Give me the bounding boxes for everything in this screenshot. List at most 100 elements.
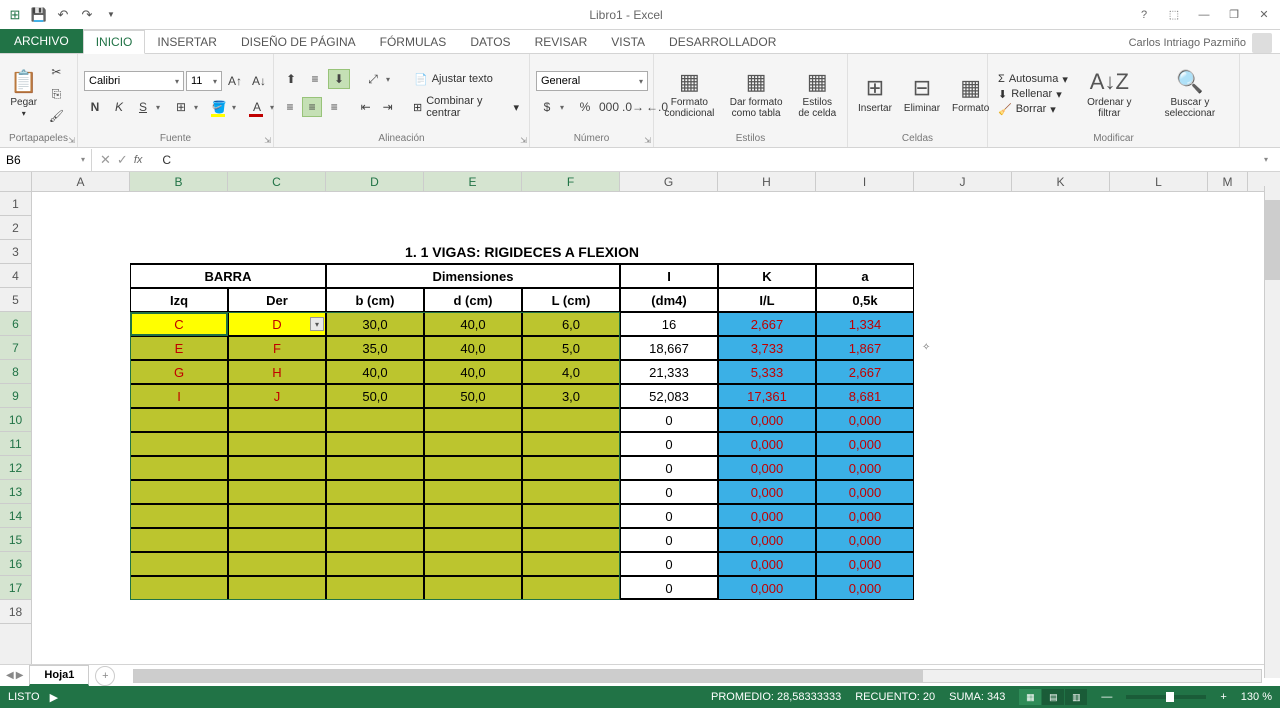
col-header-D[interactable]: D <box>326 172 424 191</box>
macro-record-icon[interactable]: ▶ <box>50 691 58 704</box>
fill-button[interactable]: ⬇ Rellenar ▾ <box>994 88 1072 101</box>
clipboard-launcher-icon[interactable]: ⇲ <box>68 136 75 145</box>
user-name[interactable]: Carlos Intriago Pazmiño <box>1129 33 1280 53</box>
cell-a-4[interactable]: 0,000 <box>816 408 914 432</box>
copy-icon[interactable]: ⎘ <box>45 84 67 104</box>
col-header-A[interactable]: A <box>32 172 130 191</box>
col-header-J[interactable]: J <box>914 172 1012 191</box>
cell-der-7[interactable] <box>228 480 326 504</box>
border-button[interactable]: ⊞ <box>170 97 192 117</box>
fx-icon[interactable]: fx <box>134 154 149 166</box>
cell-k-5[interactable]: 0,000 <box>718 432 816 456</box>
ribbon-options-icon[interactable]: ⬚ <box>1160 4 1188 26</box>
minimize-icon[interactable]: — <box>1190 4 1218 26</box>
horizontal-scrollbar[interactable] <box>133 669 1262 683</box>
tab-formulas[interactable]: FÓRMULAS <box>368 31 459 53</box>
row-header-7[interactable]: 7 <box>0 336 31 360</box>
font-name-select[interactable]: Calibri▾ <box>84 71 184 91</box>
zoom-slider[interactable] <box>1126 695 1206 699</box>
row-header-14[interactable]: 14 <box>0 504 31 528</box>
th2-4[interactable]: L (cm) <box>522 288 620 312</box>
cell-l-1[interactable]: 5,0 <box>522 336 620 360</box>
find-select-button[interactable]: 🔍Buscar y seleccionar <box>1147 67 1233 121</box>
cell-l-7[interactable] <box>522 480 620 504</box>
tab-insertar[interactable]: INSERTAR <box>145 31 229 53</box>
sort-filter-button[interactable]: A↓ZOrdenar y filtrar <box>1076 67 1143 121</box>
col-header-L[interactable]: L <box>1110 172 1208 191</box>
cell-b-10[interactable] <box>326 552 424 576</box>
cell-d-7[interactable] <box>424 480 522 504</box>
cell-l-8[interactable] <box>522 504 620 528</box>
align-launcher-icon[interactable]: ⇲ <box>520 136 527 145</box>
row-header-8[interactable]: 8 <box>0 360 31 384</box>
bold-button[interactable]: N <box>84 97 106 117</box>
cell-d-5[interactable] <box>424 432 522 456</box>
vertical-scrollbar[interactable] <box>1264 186 1280 678</box>
row-header-18[interactable]: 18 <box>0 600 31 624</box>
cell-l-11[interactable] <box>522 576 620 600</box>
cell-k-11[interactable]: 0,000 <box>718 576 816 600</box>
zoom-in-icon[interactable]: + <box>1220 691 1226 703</box>
row-header-16[interactable]: 16 <box>0 552 31 576</box>
cell-izq-2[interactable]: G <box>130 360 228 384</box>
tab-revisar[interactable]: REVISAR <box>523 31 600 53</box>
cell-d-2[interactable]: 40,0 <box>424 360 522 384</box>
cell-i-9[interactable]: 0 <box>620 528 718 552</box>
cell-b-11[interactable] <box>326 576 424 600</box>
cell-izq-10[interactable] <box>130 552 228 576</box>
cell-k-4[interactable]: 0,000 <box>718 408 816 432</box>
cell-a-8[interactable]: 0,000 <box>816 504 914 528</box>
formula-bar[interactable]: C▾ <box>156 153 1280 167</box>
col-header-B[interactable]: B <box>130 172 228 191</box>
sheet-nav-next-icon[interactable]: ▶ <box>16 670 24 681</box>
cell-der-3[interactable]: J <box>228 384 326 408</box>
number-launcher-icon[interactable]: ⇲ <box>644 136 651 145</box>
cell-k-3[interactable]: 17,361 <box>718 384 816 408</box>
cell-i-5[interactable]: 0 <box>620 432 718 456</box>
cell-l-3[interactable]: 3,0 <box>522 384 620 408</box>
cell-a-6[interactable]: 0,000 <box>816 456 914 480</box>
row-header-3[interactable]: 3 <box>0 240 31 264</box>
align-bottom-icon[interactable]: ⬇ <box>328 69 350 89</box>
cell-b-8[interactable] <box>326 504 424 528</box>
cell-der-11[interactable] <box>228 576 326 600</box>
cell-k-10[interactable]: 0,000 <box>718 552 816 576</box>
cell-i-11[interactable]: 0 <box>620 576 718 600</box>
col-header-C[interactable]: C <box>228 172 326 191</box>
th-dimensiones[interactable]: Dimensiones <box>326 264 620 288</box>
underline-button[interactable]: S <box>132 97 154 117</box>
cell-d-3[interactable]: 50,0 <box>424 384 522 408</box>
thousands-icon[interactable]: 000 <box>598 97 620 117</box>
cell-der-5[interactable] <box>228 432 326 456</box>
view-normal-icon[interactable]: ▦ <box>1019 689 1041 705</box>
row-header-13[interactable]: 13 <box>0 480 31 504</box>
cell-l-9[interactable] <box>522 528 620 552</box>
maximize-icon[interactable]: ❐ <box>1220 4 1248 26</box>
th2-6[interactable]: I/L <box>718 288 816 312</box>
cell-i-2[interactable]: 21,333 <box>620 360 718 384</box>
cell-k-1[interactable]: 3,733 <box>718 336 816 360</box>
cell-izq-7[interactable] <box>130 480 228 504</box>
cell-l-10[interactable] <box>522 552 620 576</box>
cancel-formula-icon[interactable]: ✕ <box>100 152 111 168</box>
row-header-6[interactable]: 6 <box>0 312 31 336</box>
th-a[interactable]: a <box>816 264 914 288</box>
align-middle-icon[interactable]: ≡ <box>304 69 326 89</box>
sheet-tab-hoja1[interactable]: Hoja1 <box>29 665 89 686</box>
spreadsheet-grid[interactable]: ABCDEFGHIJKLM 12345678910111213141516171… <box>0 172 1280 664</box>
cell-b-1[interactable]: 35,0 <box>326 336 424 360</box>
col-header-H[interactable]: H <box>718 172 816 191</box>
zoom-out-icon[interactable]: — <box>1101 691 1112 703</box>
autosum-button[interactable]: Σ Autosuma ▾ <box>994 73 1072 86</box>
col-header-I[interactable]: I <box>816 172 914 191</box>
cell-der-6[interactable] <box>228 456 326 480</box>
conditional-format-button[interactable]: ▦Formato condicional <box>660 67 719 121</box>
font-launcher-icon[interactable]: ⇲ <box>264 136 271 145</box>
cell-izq-8[interactable] <box>130 504 228 528</box>
cell-k-0[interactable]: 2,667 <box>718 312 816 336</box>
sheet-nav-prev-icon[interactable]: ◀ <box>6 670 14 681</box>
format-painter-icon[interactable]: 🖌 <box>45 106 67 126</box>
th2-2[interactable]: b (cm) <box>326 288 424 312</box>
cell-k-9[interactable]: 0,000 <box>718 528 816 552</box>
cell-a-9[interactable]: 0,000 <box>816 528 914 552</box>
